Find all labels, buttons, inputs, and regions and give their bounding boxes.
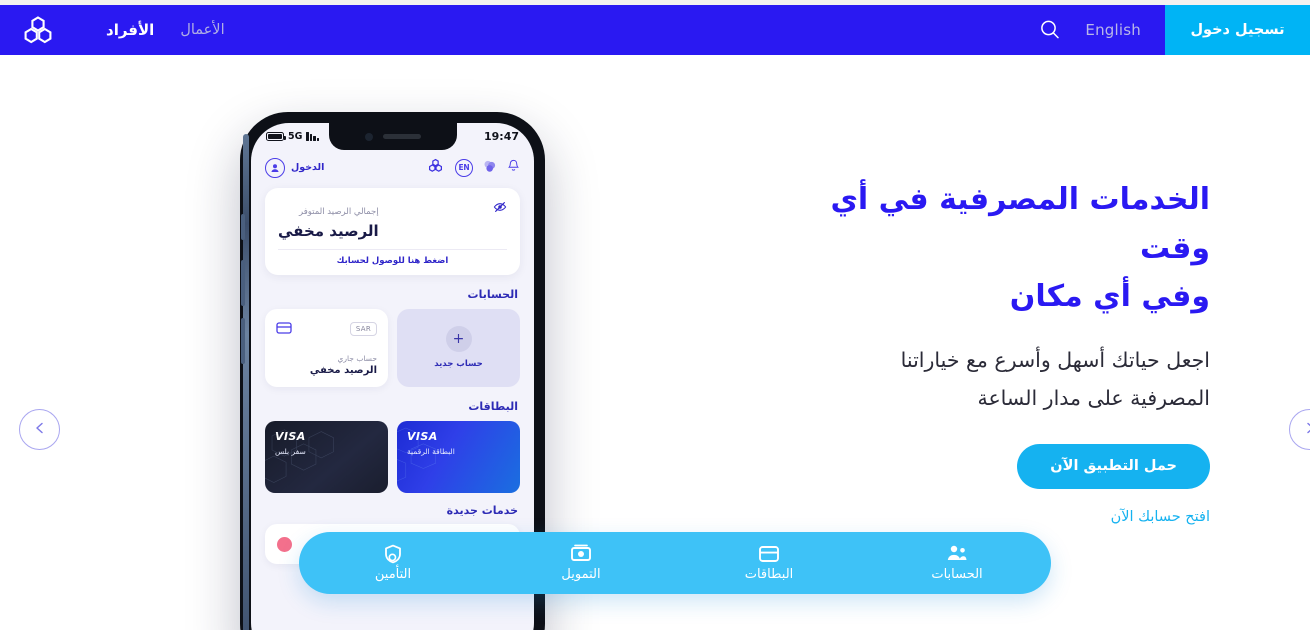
signal-bars-icon [306,132,320,141]
app-content: إجمالي الرصيد المتوفر الرصيد مخفي اضغط ه… [251,188,534,564]
bank-card-digital[interactable]: VISA البطاقة الرقمية [397,421,520,493]
card-icon [758,544,780,563]
account-card-top: SAR [276,319,377,338]
eye-off-icon[interactable] [493,199,507,218]
accounts-row: + حساب جديد SAR حساب جاري الرصيد مخفي [265,309,520,387]
language-toggle-en[interactable]: EN [455,158,473,177]
cards-row: VISA البطاقة الرقمية VISA سفر بلس [265,421,520,493]
page-root: تسجيل دخول English الأعمال الأفراد الخدم… [0,0,1310,630]
language-switch-link[interactable]: English [1085,21,1141,39]
network-type-label: 5G [288,131,303,142]
alrajhi-logo-icon[interactable] [18,10,58,50]
account-amount: الرصيد مخفي [309,365,377,376]
hero-subtext: اجعل حياتك أسهل وأسرع مع خياراتنا المصرف… [790,342,1210,418]
login-button[interactable]: تسجيل دخول [1165,5,1310,55]
balance-top-row: إجمالي الرصيد المتوفر الرصيد مخفي [278,199,507,240]
balance-label: إجمالي الرصيد المتوفر [299,207,379,217]
nav-item-individuals[interactable]: الأفراد [106,21,154,39]
carousel-prev-button[interactable] [19,409,60,450]
status-time: 19:47 [483,130,519,143]
balance-access-link[interactable]: اضغط هنا للوصول لحسابك [278,256,507,266]
hero-headline-line2: وفي أي مكان [1009,279,1210,315]
app-login-label: الدخول [291,162,325,173]
new-services-title: خدمات جديدة [446,504,518,517]
account-card[interactable]: SAR حساب جاري الرصيد مخفي [265,309,388,387]
app-header-icons: EN [426,156,520,179]
cards-section-title: البطاقات [468,400,518,413]
account-type: حساب جاري [337,354,377,363]
bottom-nav-cards[interactable]: البطاقات [675,544,863,582]
search-icon[interactable] [1037,17,1063,43]
header-spacer [225,5,1038,55]
front-camera [364,132,373,141]
carousel-next-button[interactable] [1289,409,1310,450]
bottom-nav-finance[interactable]: التمويل [487,544,675,582]
status-indicators: 5G [266,131,320,142]
currency-badge: SAR [349,321,377,336]
accounts-section-title: الحسابات [467,288,518,301]
phone-side-edge [243,134,249,630]
card-pattern [265,429,334,483]
phone-silence-button [241,214,245,240]
balance-card[interactable]: إجمالي الرصيد المتوفر الرصيد مخفي اضغط ه… [265,188,520,275]
bank-card-travel[interactable]: VISA سفر بلس [265,421,388,493]
bell-icon[interactable] [507,158,520,177]
accounts-people-icon [946,544,968,563]
phone-notch [328,123,457,150]
bottom-nav-accounts[interactable]: الحسابات [863,544,1051,582]
circles-icon[interactable] [483,158,497,177]
bottom-nav-label: الحسابات [931,567,983,582]
phone-volume-down-button [241,318,245,364]
plus-icon: + [445,326,472,352]
new-account-card[interactable]: + حساب جديد [397,309,520,387]
hero-headline: الخدمات المصرفية في أي وقت وفي أي مكان [790,176,1210,322]
download-app-button[interactable]: حمل التطبيق الآن [1017,443,1210,489]
nav-item-business[interactable]: الأعمال [180,22,224,38]
card-pattern [397,427,436,482]
site-header: تسجيل دخول English الأعمال الأفراد [0,5,1310,55]
bottom-nav-label: البطاقات [744,567,794,582]
alrajhi-logo-icon [426,156,445,179]
new-account-label: حساب جديد [434,359,483,369]
header-right-group: الأعمال الأفراد [0,5,225,55]
bottom-nav-label: التمويل [561,567,601,582]
balance-divider [278,249,507,250]
hero-headline-line1: الخدمات المصرفية في أي وقت [830,182,1210,266]
phone-volume-up-button [241,260,245,306]
finance-money-icon [570,544,592,563]
hero-section: الخدمات المصرفية في أي وقت وفي أي مكان ا… [790,176,1210,525]
shield-insurance-icon [383,544,403,563]
header-left-group: تسجيل دخول English [1037,5,1310,55]
service-icon [277,536,292,552]
open-account-link[interactable]: افتح حسابك الآن [790,509,1210,525]
bottom-nav-insurance[interactable]: التأمين [299,544,487,582]
battery-icon [266,132,286,141]
credit-card-icon [276,319,292,338]
bottom-nav-label: التأمين [374,567,412,582]
balance-amount: الرصيد مخفي [278,222,379,240]
hero-subtext-line1: اجعل حياتك أسهل وأسرع مع خياراتنا [900,347,1210,372]
app-login-group[interactable]: الدخول [265,157,325,178]
user-avatar-icon[interactable] [265,157,285,178]
hero-subtext-line2: المصرفية على مدار الساعة [977,385,1210,410]
earpiece-speaker [382,134,421,139]
bottom-navigation: الحسابات البطاقات التمويل التأمين [299,532,1051,594]
chevron-right-icon [1303,420,1310,439]
app-header: EN الدخول [251,150,534,188]
chevron-left-icon [33,420,47,439]
